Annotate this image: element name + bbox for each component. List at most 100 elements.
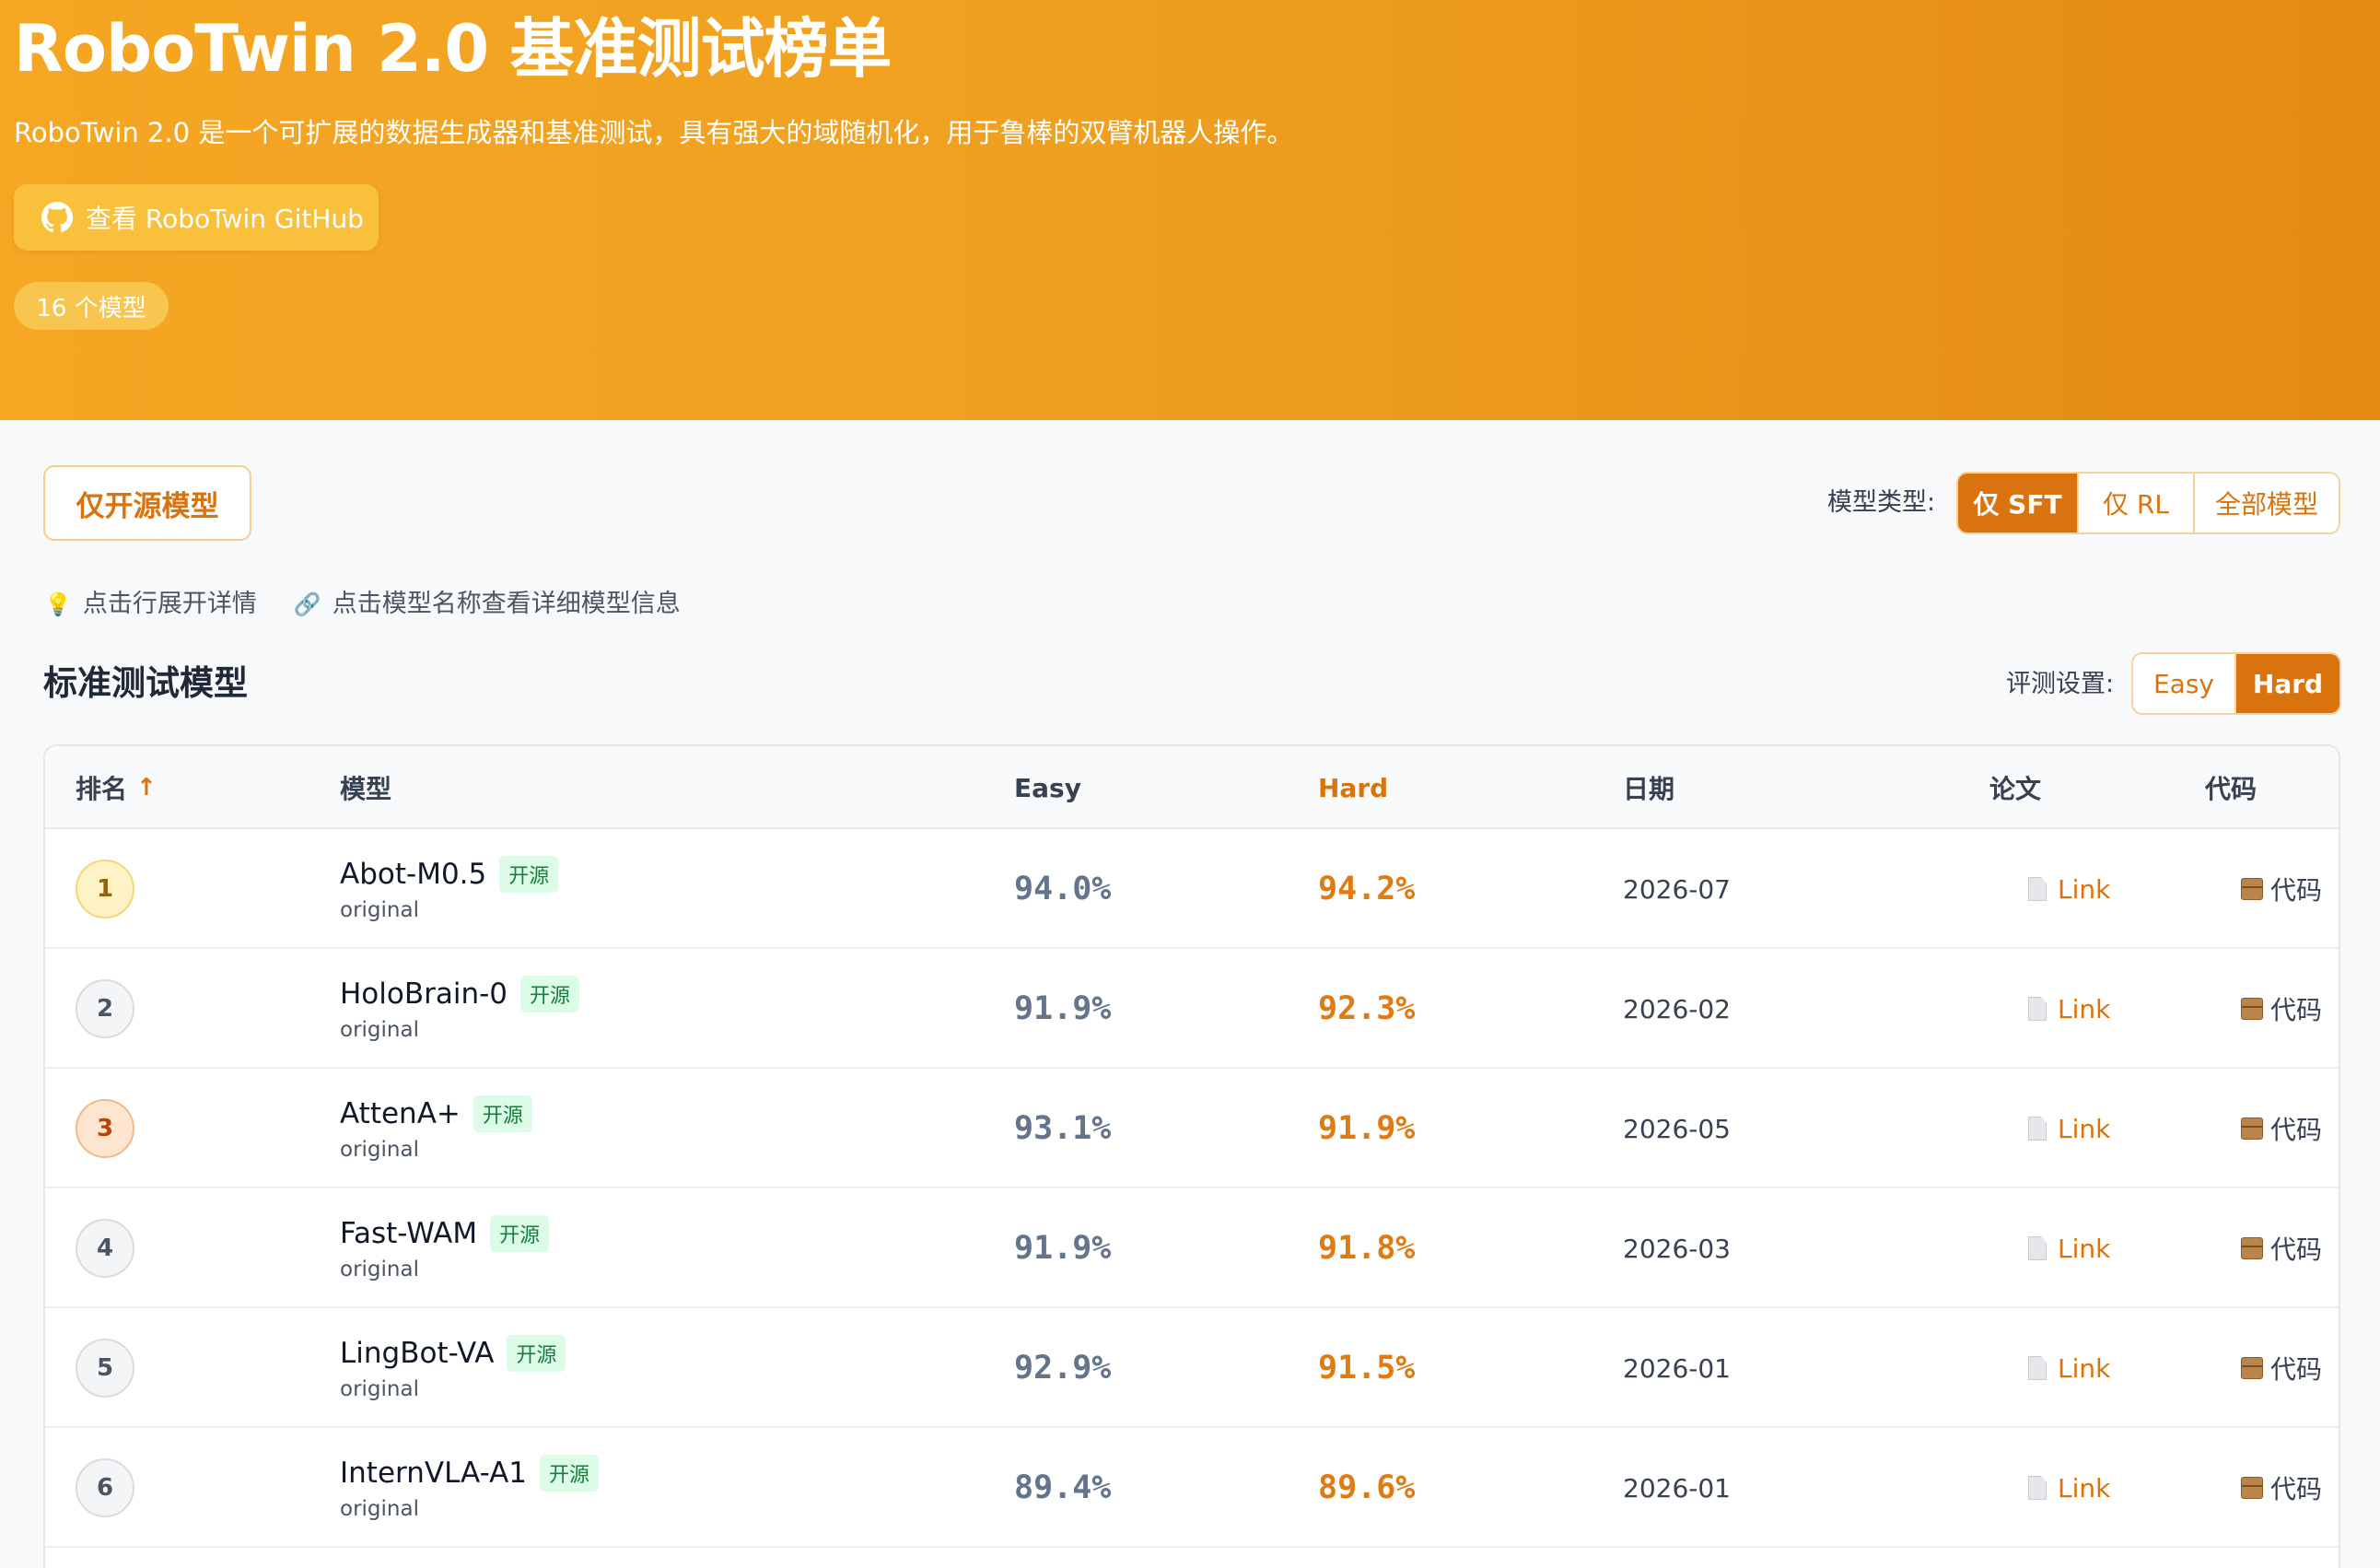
- paper-cell: Link: [2028, 949, 2110, 1069]
- paper-column-header: 论文: [1989, 774, 2042, 804]
- model-type-segmented: 仅 SFT 仅 RL 全部模型: [1956, 472, 2340, 534]
- document-icon: [2028, 1117, 2047, 1141]
- eval-easy-button[interactable]: Easy: [2133, 654, 2236, 713]
- leaderboard-table: 排名 ↑ 模型 Easy Hard 日期 论文 代码 1 Abot-M0.5 开…: [43, 744, 2340, 1568]
- hard-score-cell: 94.2%: [1318, 829, 1415, 949]
- paper-link[interactable]: Link: [2028, 1353, 2110, 1384]
- table-row[interactable]: 6 InternVLA-A1 开源 original 89.4% 89.6% 2…: [45, 1428, 2339, 1548]
- hint-model-info-text: 点击模型名称查看详细模型信息: [332, 590, 681, 618]
- model-name-link[interactable]: HoloBrain-0: [340, 977, 508, 1011]
- date-cell: 2026-07: [1623, 829, 1731, 949]
- model-type-sft-button[interactable]: 仅 SFT: [1958, 474, 2079, 532]
- model-cell: LingBot-VA 开源 original: [340, 1308, 566, 1428]
- open-source-only-button[interactable]: 仅开源模型: [43, 465, 251, 541]
- model-name-link[interactable]: InternVLA-A1: [340, 1457, 527, 1490]
- paper-link-label: Link: [2058, 1352, 2111, 1384]
- document-icon: [2028, 1236, 2047, 1260]
- link-icon: 🔗: [293, 591, 321, 617]
- rank-cell: 4: [76, 1188, 134, 1308]
- model-cell: InternVLA-A1 开源 original: [340, 1428, 600, 1548]
- hint-model-info: 🔗 点击模型名称查看详细模型信息: [294, 586, 681, 623]
- rank-column-header[interactable]: 排名 ↑: [76, 746, 157, 829]
- code-link-label: 代码: [2270, 1354, 2323, 1385]
- release-date: 2026-02: [1623, 993, 1731, 1024]
- model-line: HoloBrain-0 开源: [340, 976, 580, 1012]
- model-cell: Abot-M0.5 开源 original: [340, 829, 559, 949]
- page-title: RoboTwin 2.0 基准测试榜单: [14, 11, 892, 87]
- model-line: Fast-WAM 开源: [340, 1215, 550, 1252]
- release-date: 2026-01: [1623, 1352, 1731, 1384]
- model-cell: HoloBrain-0 开源 original: [340, 949, 580, 1069]
- code-link[interactable]: 代码: [2241, 871, 2322, 907]
- paper-cell: Link: [2028, 829, 2110, 949]
- hints-row: 💡 点击行展开详情 🔗 点击模型名称查看详细模型信息: [44, 586, 681, 623]
- rank-badge: 1: [76, 860, 134, 919]
- code-link[interactable]: 代码: [2241, 1230, 2322, 1267]
- model-name-link[interactable]: Abot-M0.5: [340, 858, 486, 891]
- rank-cell: 2: [76, 949, 134, 1069]
- lightbulb-icon: 💡: [44, 591, 72, 617]
- eval-setting-label: 评测设置:: [2006, 670, 2115, 698]
- paper-cell: Link: [2028, 1188, 2110, 1308]
- paper-link[interactable]: Link: [2028, 874, 2110, 905]
- hard-score-cell: 91.5%: [1318, 1308, 1415, 1428]
- rank-badge: 6: [76, 1458, 134, 1517]
- eval-hard-button[interactable]: Hard: [2236, 654, 2339, 713]
- table-body: 1 Abot-M0.5 开源 original 94.0% 94.2% 2026…: [45, 829, 2339, 1548]
- table-row[interactable]: 2 HoloBrain-0 开源 original 91.9% 92.3% 20…: [45, 949, 2339, 1069]
- rank-badge: 2: [76, 979, 134, 1038]
- code-link[interactable]: 代码: [2241, 1110, 2322, 1147]
- release-date: 2026-05: [1623, 1113, 1731, 1144]
- package-icon: [2241, 1117, 2263, 1140]
- model-name-link[interactable]: LingBot-VA: [340, 1337, 494, 1370]
- hard-score: 91.5%: [1318, 1350, 1416, 1387]
- date-column-header[interactable]: 日期: [1623, 746, 1674, 829]
- table-row[interactable]: 4 Fast-WAM 开源 original 91.9% 91.8% 2026-…: [45, 1188, 2339, 1308]
- hard-score: 89.6%: [1318, 1469, 1416, 1506]
- release-date: 2026-03: [1623, 1233, 1731, 1264]
- paper-link[interactable]: Link: [2028, 1473, 2110, 1504]
- easy-score-cell: 91.9%: [1014, 1188, 1111, 1308]
- paper-link[interactable]: Link: [2028, 1114, 2110, 1144]
- code-cell: 代码: [2241, 1308, 2322, 1428]
- open-source-tag: 开源: [490, 1215, 550, 1252]
- code-cell: 代码: [2241, 1428, 2322, 1548]
- table-row[interactable]: 3 AttenA+ 开源 original 93.1% 91.9% 2026-0…: [45, 1069, 2339, 1188]
- github-button[interactable]: 查看 RoboTwin GitHub: [14, 184, 379, 251]
- table-row[interactable]: 1 Abot-M0.5 开源 original 94.0% 94.2% 2026…: [45, 829, 2339, 949]
- easy-column-header[interactable]: Easy: [1014, 746, 1081, 829]
- code-link-label: 代码: [2270, 875, 2323, 906]
- hard-score-cell: 92.3%: [1318, 949, 1415, 1069]
- model-line: InternVLA-A1 开源: [340, 1455, 600, 1492]
- easy-score: 91.9%: [1014, 1230, 1112, 1267]
- code-link[interactable]: 代码: [2241, 990, 2322, 1027]
- date-cell: 2026-01: [1623, 1308, 1731, 1428]
- easy-score: 92.9%: [1014, 1350, 1112, 1387]
- package-icon: [2241, 878, 2263, 900]
- paper-link[interactable]: Link: [2028, 1234, 2110, 1264]
- github-icon: [41, 202, 73, 233]
- model-line: LingBot-VA 开源: [340, 1335, 566, 1372]
- hard-column-header[interactable]: Hard: [1318, 746, 1388, 829]
- hard-score: 91.8%: [1318, 1230, 1416, 1267]
- date-cell: 2026-01: [1623, 1428, 1731, 1548]
- model-type-rl-button[interactable]: 仅 RL: [2079, 474, 2195, 532]
- table-row[interactable]: 5 LingBot-VA 开源 original 92.9% 91.5% 202…: [45, 1308, 2339, 1428]
- sort-arrow-icon[interactable]: ↑: [136, 774, 157, 802]
- open-source-tag: 开源: [472, 1095, 532, 1132]
- paper-link[interactable]: Link: [2028, 994, 2110, 1024]
- model-variant: original: [340, 1258, 419, 1281]
- release-date: 2026-01: [1623, 1472, 1731, 1504]
- easy-score-cell: 94.0%: [1014, 829, 1111, 949]
- code-link[interactable]: 代码: [2241, 1469, 2322, 1506]
- rank-cell: 5: [76, 1308, 134, 1428]
- code-link[interactable]: 代码: [2241, 1350, 2322, 1387]
- date-cell: 2026-03: [1623, 1188, 1731, 1308]
- rank-cell: 1: [76, 829, 134, 949]
- easy-score-cell: 89.4%: [1014, 1428, 1111, 1548]
- model-name-link[interactable]: AttenA+: [340, 1097, 461, 1130]
- easy-score-cell: 93.1%: [1014, 1069, 1111, 1188]
- model-type-all-button[interactable]: 全部模型: [2195, 474, 2339, 532]
- code-link-label: 代码: [2270, 1115, 2323, 1145]
- model-name-link[interactable]: Fast-WAM: [340, 1217, 477, 1250]
